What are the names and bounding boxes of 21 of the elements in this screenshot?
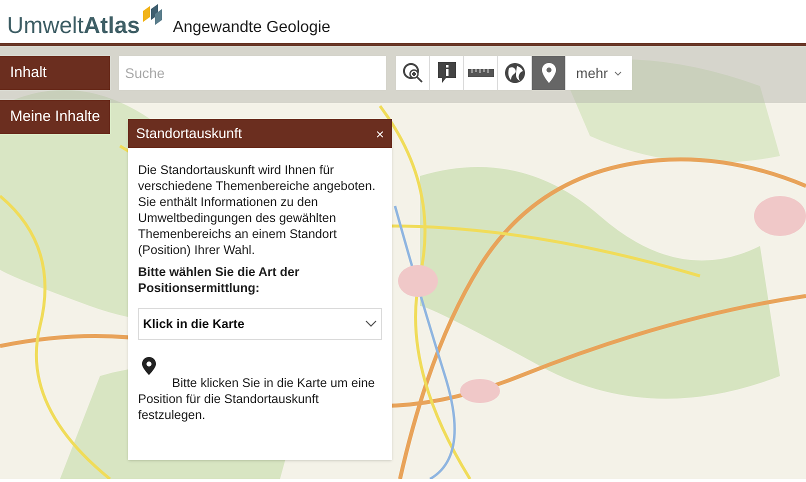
chevron-down-icon — [365, 320, 377, 328]
intro-paragraph: Die Standortauskunft wird Ihnen für verschiedene Themenbereiche angeboten. Sie enthält Informationen zu den Umweltbedingungen des gewählten Themenbereichs an einem Standort (Position) Ihrer Wahl. — [138, 162, 376, 258]
nav-button[interactable]: Inhalt — [0, 56, 110, 90]
magnifier-icon — [402, 62, 424, 84]
app-subtitle: Angewandte Geologie — [172, 20, 330, 36]
prompt-label: Bitte wählen Sie die Art der Positionsermittlung: — [138, 264, 300, 296]
logo-icon — [140, 3, 165, 27]
hint-paragraph: Bitte klicken Sie in die Karte um eine Position für die Standortauskunft festzulegen. — [138, 375, 376, 423]
tool-button[interactable] — [532, 56, 566, 90]
search-field[interactable]: Suche — [119, 56, 386, 90]
nav-button[interactable]: Meine Inhalte — [0, 100, 110, 134]
panel-title: Standortauskunft — [136, 124, 242, 143]
globe-icon — [504, 62, 526, 84]
info-icon — [438, 62, 456, 84]
location-pin-icon — [542, 63, 556, 83]
close-button[interactable]: × — [376, 126, 384, 140]
logo-text: UmweltAtlas — [7, 14, 140, 37]
position-select[interactable]: Klick in die Karte — [138, 308, 382, 340]
ruler-icon — [468, 69, 494, 77]
chevron-down-icon — [614, 70, 622, 76]
location-pin-icon — [142, 357, 156, 375]
